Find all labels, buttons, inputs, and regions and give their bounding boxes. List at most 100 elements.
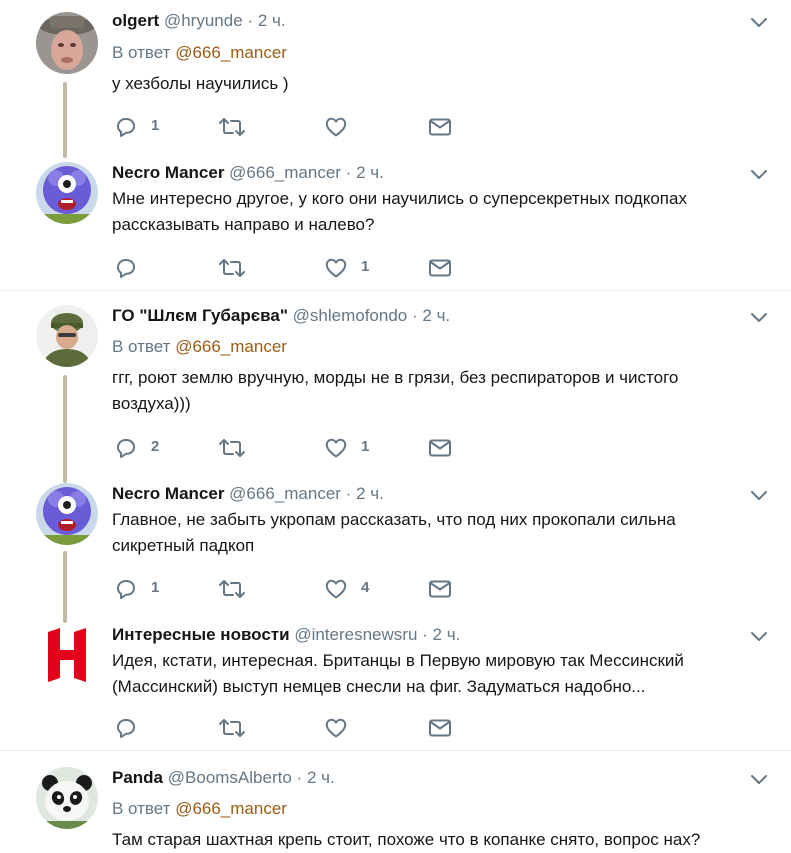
reply-prefix: В ответ <box>112 43 171 62</box>
author-name[interactable]: Panda <box>112 768 163 787</box>
reply-icon <box>114 115 138 139</box>
tweet[interactable]: Panda @BoomsAlberto · 2 ч. В ответ @666_… <box>0 751 791 853</box>
tweet-text: ггг, роют землю вручную, морды не в гряз… <box>112 368 679 413</box>
reply-mention-link[interactable]: @666_mancer <box>175 337 287 356</box>
reply-count: 1 <box>151 117 160 134</box>
retweet-icon <box>218 256 246 280</box>
like-icon <box>324 716 348 740</box>
reply-icon <box>114 436 138 460</box>
tweet[interactable]: Necro Mancer @666_mancer · 2 ч. Главное,… <box>0 471 791 623</box>
thread-line <box>63 82 67 158</box>
message-button[interactable] <box>428 256 458 280</box>
tweet-header: Интересные новости @interesnewsru · 2 ч. <box>112 624 460 646</box>
chevron-down-icon[interactable] <box>750 630 768 644</box>
avatar[interactable] <box>36 483 98 545</box>
news-logo <box>36 624 98 686</box>
reply-context: В ответ @666_mancer <box>112 798 287 820</box>
avatar[interactable] <box>36 624 98 686</box>
reply-button[interactable] <box>114 716 174 740</box>
tweet[interactable]: olgert @hryunde · 2 ч. В ответ @666_manc… <box>0 0 791 158</box>
like-button[interactable] <box>324 115 384 139</box>
retweet-button[interactable] <box>218 716 278 740</box>
like-icon <box>324 436 348 460</box>
tweet-text: Там старая шахтная крепь стоит, похоже ч… <box>112 830 701 849</box>
separator-dot: · <box>422 625 428 644</box>
reply-prefix: В ответ <box>112 337 171 356</box>
reply-mention-link[interactable]: @666_mancer <box>175 43 287 62</box>
avatar[interactable] <box>36 162 98 224</box>
separator-dot: · <box>345 484 352 503</box>
like-icon <box>324 115 348 139</box>
author-name[interactable]: olgert <box>112 11 159 30</box>
tweet-header: ГО "Шлєм Губарєва" @shlemofondo · 2 ч. <box>112 305 450 327</box>
reply-count: 2 <box>151 438 160 455</box>
message-button[interactable] <box>428 115 458 139</box>
tweet-header: Necro Mancer @666_mancer · 2 ч. <box>112 162 384 184</box>
retweet-icon <box>218 436 246 460</box>
tweet[interactable]: Интересные новости @interesnewsru · 2 ч.… <box>0 612 791 750</box>
chevron-down-icon[interactable] <box>750 489 768 503</box>
author-handle[interactable]: @666_mancer <box>229 484 341 503</box>
reply-icon <box>114 577 138 601</box>
reply-button[interactable] <box>114 256 174 280</box>
timestamp[interactable]: 2 ч. <box>422 306 450 325</box>
message-button[interactable] <box>428 436 458 460</box>
message-button[interactable] <box>428 716 458 740</box>
reply-button[interactable]: 1 <box>114 115 174 139</box>
author-handle[interactable]: @BoomsAlberto <box>168 768 292 787</box>
timestamp[interactable]: 2 ч. <box>307 768 335 787</box>
author-name[interactable]: Интересные новости <box>112 625 290 644</box>
timestamp[interactable]: 2 ч. <box>356 163 384 182</box>
like-icon <box>324 256 348 280</box>
reply-count: 1 <box>151 579 160 596</box>
tweet-header: olgert @hryunde · 2 ч. <box>112 10 286 32</box>
author-handle[interactable]: @shlemofondo <box>293 306 408 325</box>
chevron-down-icon[interactable] <box>750 168 768 182</box>
avatar[interactable] <box>36 767 98 829</box>
like-button[interactable]: 1 <box>324 436 384 460</box>
tweet-text: Идея, кстати, интересная. Британцы в Пер… <box>112 651 684 696</box>
author-name[interactable]: Necro Mancer <box>112 163 224 182</box>
tweet-header: Panda @BoomsAlberto · 2 ч. <box>112 767 335 789</box>
tweet-text: Мне интересно другое, у кого они научили… <box>112 189 687 234</box>
avatar[interactable] <box>36 305 98 367</box>
reply-button[interactable]: 1 <box>114 577 174 601</box>
author-handle[interactable]: @666_mancer <box>229 163 341 182</box>
retweet-icon <box>218 716 246 740</box>
retweet-button[interactable] <box>218 577 278 601</box>
separator-dot: · <box>411 306 418 325</box>
reply-context: В ответ @666_mancer <box>112 336 287 358</box>
reply-prefix: В ответ <box>112 799 171 818</box>
retweet-button[interactable] <box>218 436 278 460</box>
retweet-button[interactable] <box>218 256 278 280</box>
like-button[interactable] <box>324 716 384 740</box>
message-icon <box>428 716 452 740</box>
reply-mention-link[interactable]: @666_mancer <box>175 799 287 818</box>
author-name[interactable]: Necro Mancer <box>112 484 224 503</box>
like-button[interactable]: 4 <box>324 577 384 601</box>
message-icon <box>428 577 452 601</box>
timestamp[interactable]: 2 ч. <box>433 625 461 644</box>
author-name[interactable]: ГО "Шлєм Губарєва" <box>112 306 288 325</box>
chevron-down-icon[interactable] <box>750 16 768 30</box>
avatar[interactable] <box>36 12 98 74</box>
tweet-text: у хезболы научились ) <box>112 74 289 93</box>
chevron-down-icon[interactable] <box>750 311 768 325</box>
chevron-down-icon[interactable] <box>750 773 768 787</box>
retweet-icon <box>218 115 246 139</box>
separator-dot: · <box>345 163 352 182</box>
timestamp[interactable]: 2 ч. <box>356 484 384 503</box>
message-button[interactable] <box>428 577 458 601</box>
like-count: 1 <box>361 438 370 455</box>
reply-button[interactable]: 2 <box>114 436 174 460</box>
author-handle[interactable]: @interesnewsru <box>294 625 417 644</box>
message-icon <box>428 436 452 460</box>
tweet[interactable]: ГО "Шлєм Губарєва" @shlemofondo · 2 ч. В… <box>0 291 791 483</box>
timestamp[interactable]: 2 ч. <box>258 11 286 30</box>
retweet-button[interactable] <box>218 115 278 139</box>
tweet[interactable]: Necro Mancer @666_mancer · 2 ч. Мне инте… <box>0 152 791 290</box>
reply-context: В ответ @666_mancer <box>112 42 287 64</box>
thread-line <box>63 375 67 483</box>
author-handle[interactable]: @hryunde <box>164 11 243 30</box>
like-button[interactable]: 1 <box>324 256 384 280</box>
